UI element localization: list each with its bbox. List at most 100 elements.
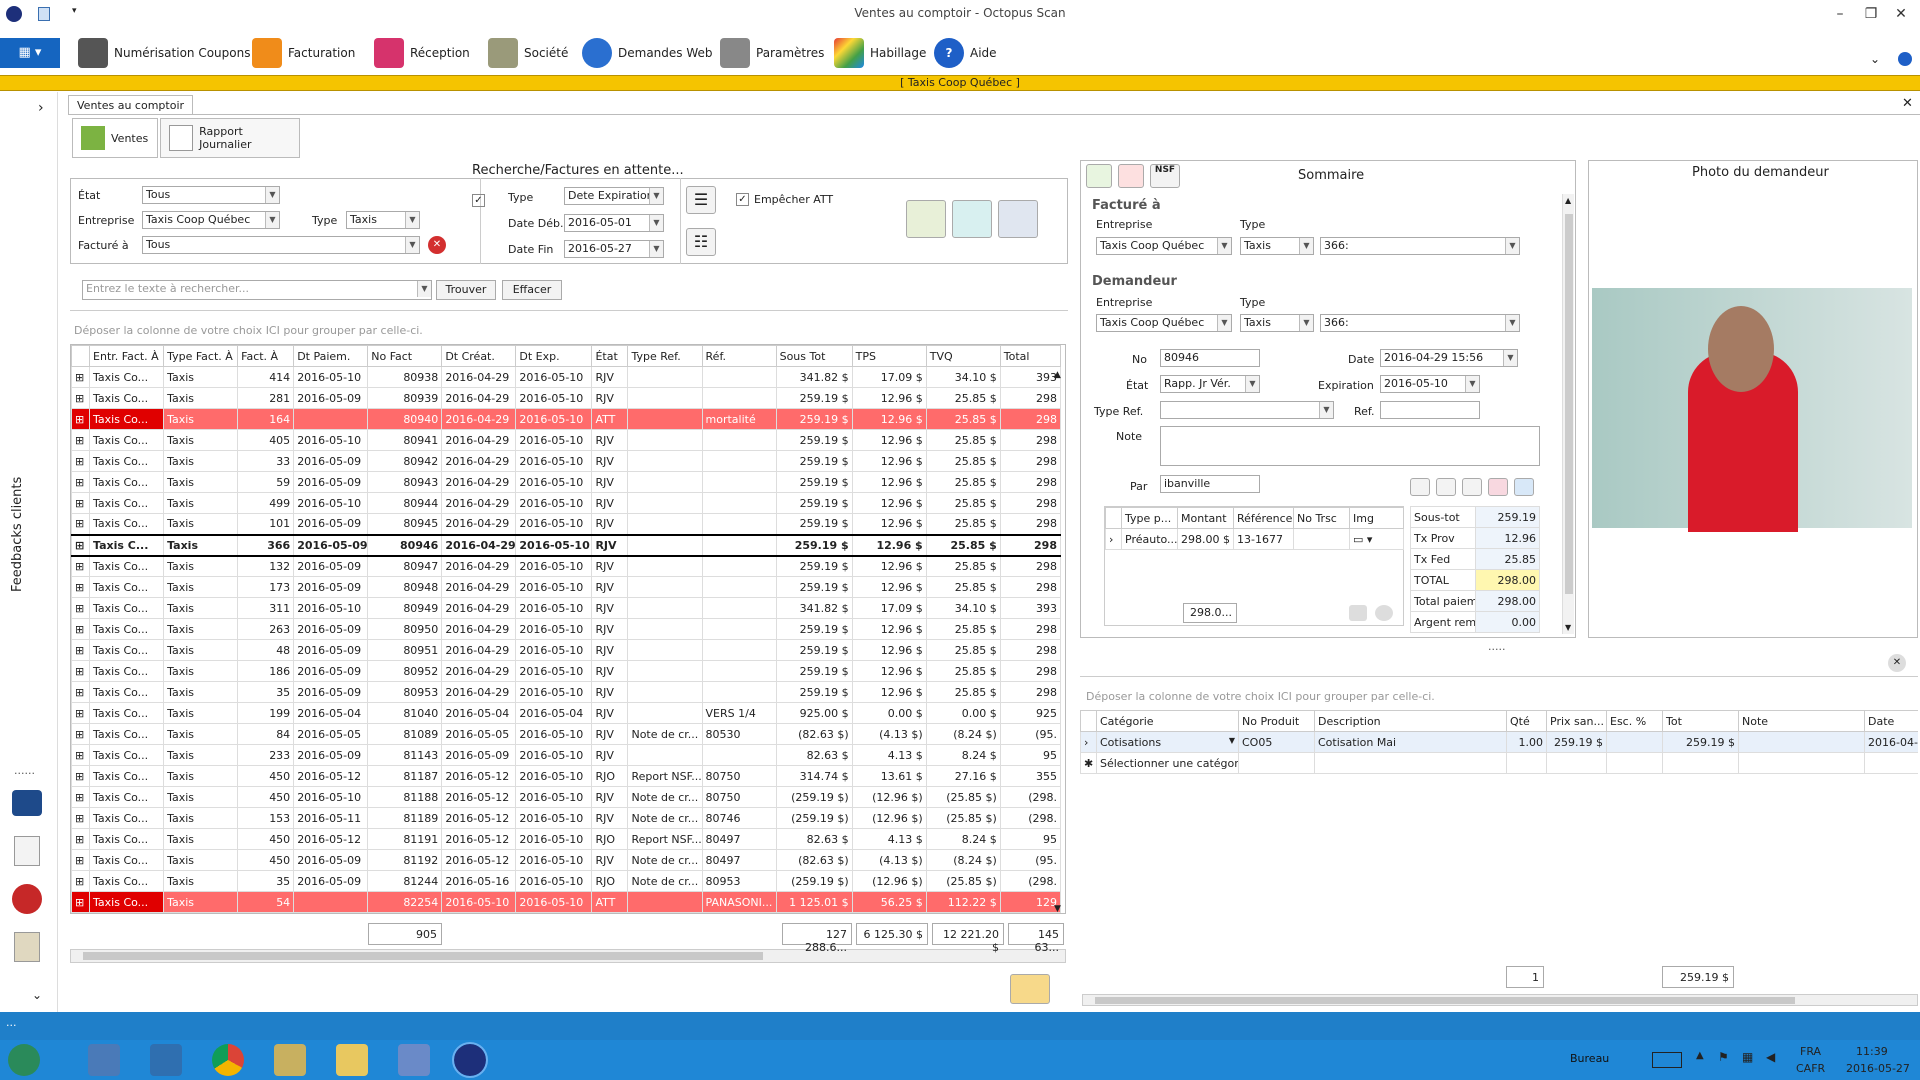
- globe-red-icon[interactable]: [12, 884, 42, 914]
- close-detail-icon[interactable]: ✕: [1888, 654, 1906, 672]
- open-folder-icon[interactable]: [1010, 974, 1050, 1004]
- info-icon[interactable]: [1898, 52, 1912, 66]
- row-expand-icon[interactable]: ⊞: [71, 450, 91, 472]
- row-expand-icon[interactable]: ⊞: [71, 618, 91, 640]
- grid-col-header[interactable]: Type Ref.: [627, 345, 703, 367]
- table-row[interactable]: ⊞ Taxis Co... Taxis 311 2016-05-10 80949 2016-…: [71, 597, 1062, 619]
- menu-habillage[interactable]: Habillage: [834, 36, 926, 70]
- row-expand-icon[interactable]: ⊞: [71, 576, 91, 598]
- row-expander[interactable]: ›: [1080, 731, 1097, 753]
- grid-col-header[interactable]: Dt Créat.: [441, 345, 517, 367]
- table-row[interactable]: ⊞ Taxis Co... Taxis 48 2016-05-09 80951 2016-0…: [71, 639, 1062, 661]
- row-expand-icon[interactable]: ⊞: [71, 870, 91, 892]
- row-expand-icon[interactable]: ⊞: [71, 471, 91, 493]
- table-row[interactable]: ⊞ Taxis Co... Taxis 54 82254 2016-05-10 2016-0…: [71, 891, 1062, 913]
- table-row[interactable]: ⊞ Taxis Co... Taxis 84 2016-05-05 81089 2016-0…: [71, 723, 1062, 745]
- row-expand-icon[interactable]: ⊞: [71, 681, 91, 703]
- add-green-icon[interactable]: [1086, 164, 1112, 188]
- octopus-app-icon[interactable]: [452, 1042, 488, 1078]
- view-icon[interactable]: [1375, 605, 1393, 621]
- clock-time[interactable]: 11:39: [1856, 1045, 1888, 1058]
- sommaire-scrollbar[interactable]: ▲ ▼: [1562, 194, 1574, 634]
- row-expand-icon[interactable]: ⊞: [71, 660, 91, 682]
- search-input[interactable]: Entrez le texte à rechercher... ▼: [82, 280, 432, 300]
- s-num-select[interactable]: 366: ▼: [1320, 237, 1520, 255]
- taskbar-app-icon[interactable]: [88, 1044, 120, 1076]
- menu-parametres[interactable]: Paramètres: [720, 36, 824, 70]
- row-expand-icon[interactable]: ⊞: [71, 513, 91, 535]
- grid-col-header[interactable]: Type Fact. À: [163, 345, 239, 367]
- table-row[interactable]: ⊞ Taxis Co... Taxis 450 2016-05-10 81188 2016-…: [71, 786, 1062, 808]
- grid-col-header[interactable]: Dt Paiem.: [293, 345, 369, 367]
- print-pdf-icon[interactable]: [998, 200, 1038, 238]
- row-expand-icon[interactable]: ⊞: [71, 408, 91, 430]
- new-row-cell[interactable]: Sélectionner une catégorie: [1096, 752, 1239, 774]
- table-row[interactable]: ⊞ Taxis Co... Taxis 59 2016-05-09 80943 2016-0…: [71, 471, 1062, 493]
- s-type-select[interactable]: Taxis ▼: [1240, 237, 1314, 255]
- row-expand-icon[interactable]: ⊞: [71, 723, 91, 745]
- table-row[interactable]: ⊞ Taxis Co... Taxis 281 2016-05-09 80939 2016-…: [71, 387, 1062, 409]
- folder-icon[interactable]: [336, 1044, 368, 1076]
- table-row[interactable]: ⊞ Taxis Co... Taxis 414 2016-05-10 80938 2016-…: [71, 366, 1062, 388]
- table-row[interactable]: ⊞ Taxis Co... Taxis 405 2016-05-10 80941 2016-…: [71, 429, 1062, 451]
- table-row[interactable]: ⊞ Taxis Co... Taxis 233 2016-05-09 81143 2016-…: [71, 744, 1062, 766]
- detail-row[interactable]: › Cotisations ▼ CO05 Cotisation Mai 1.00 259.…: [1080, 731, 1918, 753]
- tab-rapport-journalier[interactable]: Rapport Journalier: [160, 118, 300, 158]
- d-entreprise-select[interactable]: Taxis Coop Québec ▼: [1096, 314, 1232, 332]
- new-detail-row[interactable]: ✱ Sélectionner une catégorie: [1080, 752, 1918, 774]
- trouver-button[interactable]: Trouver: [436, 280, 496, 300]
- grid-col-header[interactable]: État: [591, 345, 629, 367]
- lang-label[interactable]: FRA: [1800, 1045, 1821, 1058]
- menu-reception[interactable]: Réception: [374, 36, 470, 70]
- tab-ventes[interactable]: Ventes: [72, 118, 158, 158]
- network-tray-icon[interactable]: ▦: [1742, 1050, 1753, 1064]
- row-expand-icon[interactable]: ⊞: [71, 597, 91, 619]
- delete-red-icon[interactable]: [1118, 164, 1144, 188]
- list-view-icon[interactable]: ☰: [686, 186, 716, 214]
- grid-col-header[interactable]: TPS: [851, 345, 927, 367]
- row-expand-icon[interactable]: ⊞: [71, 533, 91, 557]
- table-row[interactable]: ⊞ Taxis Co... Taxis 101 2016-05-09 80945 2016-…: [71, 513, 1062, 535]
- grid-col-header[interactable]: Total: [999, 345, 1062, 367]
- binoculars-icon[interactable]: [12, 790, 42, 816]
- ribbon-collapse-icon[interactable]: ⌄: [1870, 52, 1880, 66]
- menu-demandes-web[interactable]: Demandes Web: [582, 36, 713, 70]
- report-icon[interactable]: [14, 932, 40, 962]
- clear-filter-icon[interactable]: ✕: [428, 236, 446, 254]
- feedback-clients-label[interactable]: Feedbacks clients: [10, 477, 25, 592]
- type-filter-checkbox[interactable]: ✓: [472, 194, 485, 207]
- grid-col-header[interactable]: Fact. À: [237, 345, 295, 367]
- effacer-button[interactable]: Effacer: [502, 280, 562, 300]
- s-entreprise-select[interactable]: Taxis Coop Québec ▼: [1096, 237, 1232, 255]
- grid-col-header[interactable]: TVQ: [925, 345, 1001, 367]
- expiration-field[interactable]: 2016-05-10 ▼: [1380, 375, 1480, 393]
- row-expander[interactable]: ›: [1105, 528, 1122, 550]
- row-expand-icon[interactable]: ⊞: [71, 786, 91, 808]
- tools-taskbar-icon[interactable]: [274, 1044, 306, 1076]
- email-icon[interactable]: [1514, 478, 1534, 496]
- sidebar-scroll-down-icon[interactable]: ⌄: [32, 988, 42, 1002]
- typeref-select[interactable]: ▼: [1160, 401, 1334, 419]
- ref-field[interactable]: [1380, 401, 1480, 419]
- row-expand-icon[interactable]: ⊞: [71, 492, 91, 514]
- img-cell[interactable]: ▭ ▾: [1349, 528, 1404, 550]
- resize-dots[interactable]: .....: [1488, 640, 1505, 653]
- row-expand-icon[interactable]: ⊞: [71, 639, 91, 661]
- grid-col-header[interactable]: No Fact: [367, 345, 443, 367]
- row-expand-icon[interactable]: ⊞: [71, 828, 91, 850]
- chrome-icon[interactable]: [212, 1044, 244, 1076]
- expand-sidebar-icon[interactable]: ›: [38, 100, 44, 116]
- row-expand-icon[interactable]: ⊞: [71, 849, 91, 871]
- row-expand-icon[interactable]: ⊞: [71, 744, 91, 766]
- dollar-icon[interactable]: [1410, 478, 1430, 496]
- row-expand-icon[interactable]: ⊞: [71, 429, 91, 451]
- table-row[interactable]: ⊞ Taxis Co... Taxis 263 2016-05-09 80950 2016-…: [71, 618, 1062, 640]
- datefin-input[interactable]: 2016-05-27 ▼: [564, 240, 664, 258]
- row-expand-icon[interactable]: ⊞: [71, 765, 91, 787]
- restore-button[interactable]: ❐: [1856, 6, 1886, 22]
- entreprise-select[interactable]: Taxis Coop Québec ▼: [142, 211, 280, 229]
- table-row[interactable]: ⊞ Taxis Co... Taxis 173 2016-05-09 80948 2016-…: [71, 576, 1062, 598]
- table-row[interactable]: ⊞ Taxis Co... Taxis 199 2016-05-04 81040 2016-…: [71, 702, 1062, 724]
- checklist-icon[interactable]: [14, 836, 40, 866]
- nsf-button[interactable]: NSF: [1150, 164, 1180, 188]
